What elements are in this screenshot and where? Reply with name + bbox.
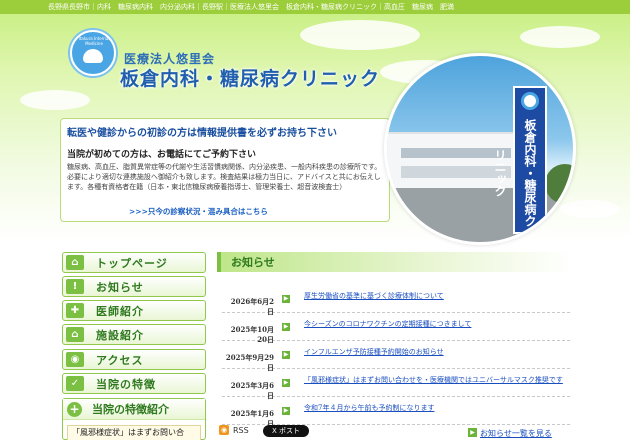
info-icon: ! [66,279,84,294]
plus-circle-icon: + [67,401,82,417]
news-link[interactable]: 令和7年４月から午前も予約制になります [304,403,566,413]
nav-doctor[interactable]: ✚ 医師紹介 [62,300,206,321]
nav-label: 当院の特徴 [96,377,156,391]
news-row: 2025年3月6日 ▶ 「風邪様症状」はまずお問い合わせを・医療機関ではユニバー… [222,371,570,400]
news-row: 2025年1月6日 ▶ 令和7年４月から午前も予約制になります [222,399,570,428]
rss-label: RSS [233,425,249,435]
nav-label: トップページ [96,256,168,270]
rss-link[interactable]: ◉ RSS [219,425,249,435]
features-intro-label: 当院の特徴紹介 [92,403,169,416]
sign-logo-icon [521,92,539,110]
clinic-logo[interactable]: Itakura Internal Medicine [70,30,116,76]
notice-body: 糖尿病、高血圧、脂質異常症等の代謝や生活習慣病関係、内分泌疾患、一般内科疾患の診… [67,163,382,191]
cloud-decoration [20,90,90,110]
clinic-photo: 板倉内科・糖尿病クリニック [384,53,576,245]
news-link[interactable]: インフルエンザ予防接種予約開始のお知らせ [304,347,566,357]
nav-label: 施設紹介 [96,328,144,342]
map-icon: ◉ [66,352,84,367]
arrow-right-icon: ▶ [282,323,290,331]
nav-top-page[interactable]: ⌂ トップページ [62,252,206,273]
cloud-decoration [300,20,420,50]
notice-heading: 転医や健診からの初診の方は情報提供書を必ずお持ち下さい [67,128,337,139]
notice-box: 転医や健診からの初診の方は情報提供書を必ずお持ち下さい 当院が初めての方は、お電… [60,118,390,222]
doctor-icon: ✚ [66,303,84,318]
nav-news[interactable]: ! お知らせ [62,276,206,297]
features-intro-box: + 当院の特徴紹介 「風邪様症状」はまずお問い合 [62,398,206,440]
news-header: お知らせ [217,252,573,272]
nav-features[interactable]: ✓ 当院の特徴 [62,373,206,394]
news-title: お知らせ [231,256,275,269]
news-date: 2025年3月6日 [230,381,274,400]
arrow-right-icon: ▶ [282,379,290,387]
features-intro-header[interactable]: + 当院の特徴紹介 [63,399,205,420]
news-row: 2025年9月29日 ▶ インフルエンザ予防接種予約開始のお知らせ [222,343,570,372]
arrow-right-icon: ▶ [282,295,290,303]
nav-label: アクセス [96,353,144,367]
star-icon: ✓ [66,376,84,391]
photo-ground [387,188,573,242]
news-row: 2026年6月2日 ▶ 厚生労働省の基準に基づく診療体制について [222,287,570,316]
news-more-link[interactable]: お知らせ一覧を見る [480,428,552,439]
news-row: 2025年10月20日 ▶ 今シーズンのコロナワクチンの定期接種につきまして [222,315,570,344]
arrow-right-icon: ▶ [282,407,290,415]
nav-facility[interactable]: ⌂ 施設紹介 [62,324,206,345]
home-icon: ⌂ [66,255,84,270]
nav-label: お知らせ [96,280,144,294]
clinic-title[interactable]: 板倉内科・糖尿病クリニック [120,64,380,91]
cloud-decoration [520,26,600,48]
building-icon: ⌂ [66,327,84,342]
logo-text: Itakura Internal Medicine [78,36,110,46]
news-date: 2026年6月2日 [230,297,274,316]
nav-label: 医師紹介 [96,304,144,318]
arrow-right-icon: ▶ [468,428,477,437]
news-link[interactable]: 「風邪様症状」はまずお問い合わせを・医療機関ではユニバーサルマスク推奨です [304,375,566,385]
features-card[interactable]: 「風邪様症状」はまずお問い合 [67,425,201,440]
x-post-button[interactable]: X ポスト [263,425,309,437]
news-link[interactable]: 今シーズンのコロナワクチンの定期接種につきまして [304,319,566,329]
news-link[interactable]: 厚生労働省の基準に基づく診療体制について [304,291,566,301]
arrow-right-icon: ▶ [282,351,290,359]
news-date: 2025年9月29日 [225,353,274,372]
notice-subheading: 当院が初めての方は、お電話にてご予約下さい [67,150,257,160]
nav-access[interactable]: ◉ アクセス [62,349,206,370]
rss-icon: ◉ [219,425,229,435]
logo-mascot-icon [83,49,103,63]
waiting-status-link[interactable]: >>>只今の診察状況・混み具合はこちら [129,206,268,217]
keyword-bar: 長野県長野市｜内科 糖尿病内科 内分泌内科｜長野駅｜医療法人悠里会 板倉内科・糖… [0,0,630,14]
news-date: 2025年10月20日 [230,325,274,344]
